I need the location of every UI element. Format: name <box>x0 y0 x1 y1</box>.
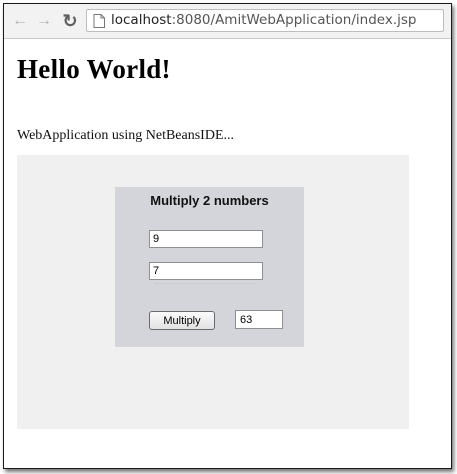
multiply-form: Multiply 2 numbers Multiply <box>115 187 304 347</box>
page-subtitle: WebApplication using NetBeansIDE... <box>17 128 234 143</box>
browser-toolbar: ← → ↻ localhost:8080/AmitWebApplication/… <box>4 4 451 39</box>
url-text: localhost:8080/AmitWebApplication/index.… <box>111 12 416 28</box>
back-arrow-icon[interactable]: ← <box>10 11 30 31</box>
number1-input[interactable] <box>149 230 263 248</box>
result-field[interactable] <box>235 310 283 329</box>
forward-arrow-icon[interactable]: → <box>34 11 54 31</box>
browser-window: ← → ↻ localhost:8080/AmitWebApplication/… <box>3 3 452 469</box>
multiply-button[interactable]: Multiply <box>149 311 215 330</box>
page-content: Hello World! WebApplication using NetBea… <box>4 39 451 468</box>
address-bar[interactable]: localhost:8080/AmitWebApplication/index.… <box>86 9 444 32</box>
number2-input[interactable] <box>149 262 263 280</box>
page-heading: Hello World! <box>17 54 171 84</box>
divider <box>155 283 255 285</box>
form-title: Multiply 2 numbers <box>150 193 269 208</box>
page-icon <box>93 14 105 28</box>
outer-panel: Multiply 2 numbers Multiply <box>17 155 409 429</box>
url-host: localhost <box>111 12 172 28</box>
url-path: :8080/AmitWebApplication/index.jsp <box>171 12 417 28</box>
reload-icon[interactable]: ↻ <box>60 11 80 31</box>
